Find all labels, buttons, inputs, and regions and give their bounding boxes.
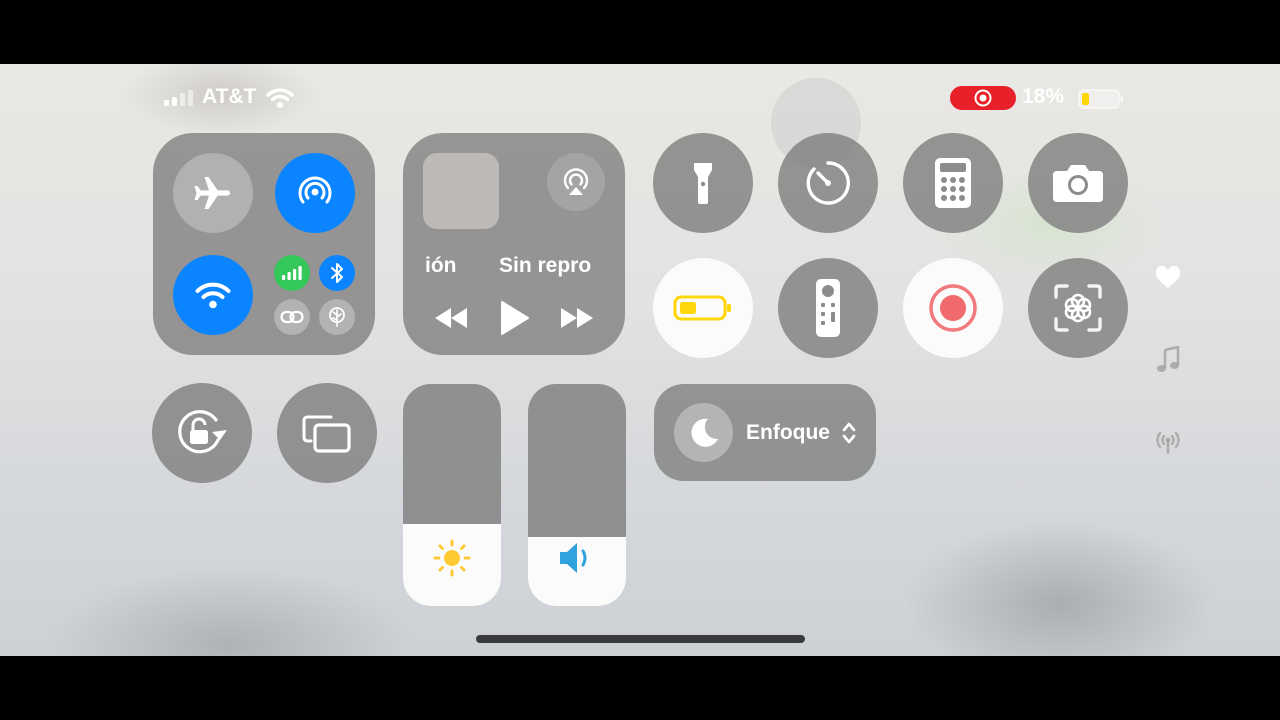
screen-recording-indicator[interactable] (950, 86, 1016, 110)
album-artwork (423, 153, 499, 229)
screen-mirroring-button[interactable] (277, 383, 377, 483)
tree-icon (329, 307, 345, 327)
screen-recording-button[interactable] (903, 258, 1003, 358)
chevron-up-down-icon (842, 421, 856, 445)
camera-button[interactable] (1028, 133, 1128, 233)
screen-mirroring-icon (302, 415, 351, 453)
cellular-data-button[interactable] (274, 255, 310, 291)
airplay-icon (563, 168, 589, 195)
moon-icon (690, 418, 718, 447)
airdrop-button[interactable] (275, 153, 355, 233)
focus-moon-button[interactable] (674, 403, 733, 462)
cellular-signal-icon (164, 90, 196, 106)
low-battery-icon (673, 295, 731, 321)
play-button[interactable] (498, 299, 530, 337)
wifi-icon (195, 282, 231, 309)
cellular-bars-icon (282, 266, 302, 280)
now-playing-status: Sin repro (499, 254, 592, 277)
focus-tile[interactable]: Enfoque (654, 384, 876, 481)
timer-button[interactable] (778, 133, 878, 233)
orientation-lock-button[interactable] (152, 383, 252, 483)
rewind-button[interactable] (433, 304, 471, 332)
bluetooth-icon (331, 263, 343, 283)
screen-mirroring-scan-button[interactable] (1028, 258, 1128, 358)
brightness-slider[interactable] (403, 384, 501, 606)
wifi-status-icon (266, 87, 294, 109)
carrier-label: AT&T (202, 85, 257, 108)
rotation-lock-icon (178, 410, 227, 454)
link-icon (280, 310, 304, 324)
now-playing-tile[interactable]: ión Sin repro (403, 133, 625, 355)
home-indicator[interactable] (476, 635, 805, 643)
vpn-button[interactable] (319, 299, 355, 335)
flashlight-button[interactable] (653, 133, 753, 233)
play-icon (501, 301, 529, 335)
music-note-icon[interactable] (1156, 346, 1180, 374)
calculator-icon (935, 158, 971, 208)
scan-icon (1054, 284, 1102, 332)
record-dot-icon (974, 89, 992, 107)
sun-icon (433, 539, 471, 577)
wifi-button[interactable] (173, 255, 253, 335)
low-power-mode-button[interactable] (653, 258, 753, 358)
fast-forward-icon (561, 308, 593, 328)
volume-slider[interactable] (528, 384, 626, 606)
flashlight-icon (694, 163, 712, 204)
control-center: AT&T 18% ión Sin repro Enfoque (0, 64, 1280, 656)
airplay-button[interactable] (547, 153, 605, 211)
airplane-icon (194, 177, 230, 209)
bluetooth-button[interactable] (319, 255, 355, 291)
remote-icon (816, 279, 840, 337)
apple-tv-remote-button[interactable] (778, 258, 878, 358)
broadcast-icon[interactable] (1153, 429, 1183, 455)
battery-icon (1078, 89, 1124, 109)
airdrop-icon (298, 176, 332, 204)
connectivity-tile (153, 133, 375, 355)
now-playing-title-fragment: ión (425, 254, 457, 277)
speaker-icon (558, 540, 598, 576)
personal-hotspot-button[interactable] (274, 299, 310, 335)
camera-icon (1053, 165, 1103, 202)
calculator-button[interactable] (903, 133, 1003, 233)
focus-label: Enfoque (746, 421, 830, 444)
fast-forward-button[interactable] (557, 304, 595, 332)
rewind-icon (435, 308, 467, 328)
heart-icon[interactable] (1155, 266, 1181, 290)
record-icon (929, 284, 977, 332)
airplane-mode-button[interactable] (173, 153, 253, 233)
timer-icon (806, 161, 850, 205)
battery-percentage: 18% (1022, 85, 1065, 108)
